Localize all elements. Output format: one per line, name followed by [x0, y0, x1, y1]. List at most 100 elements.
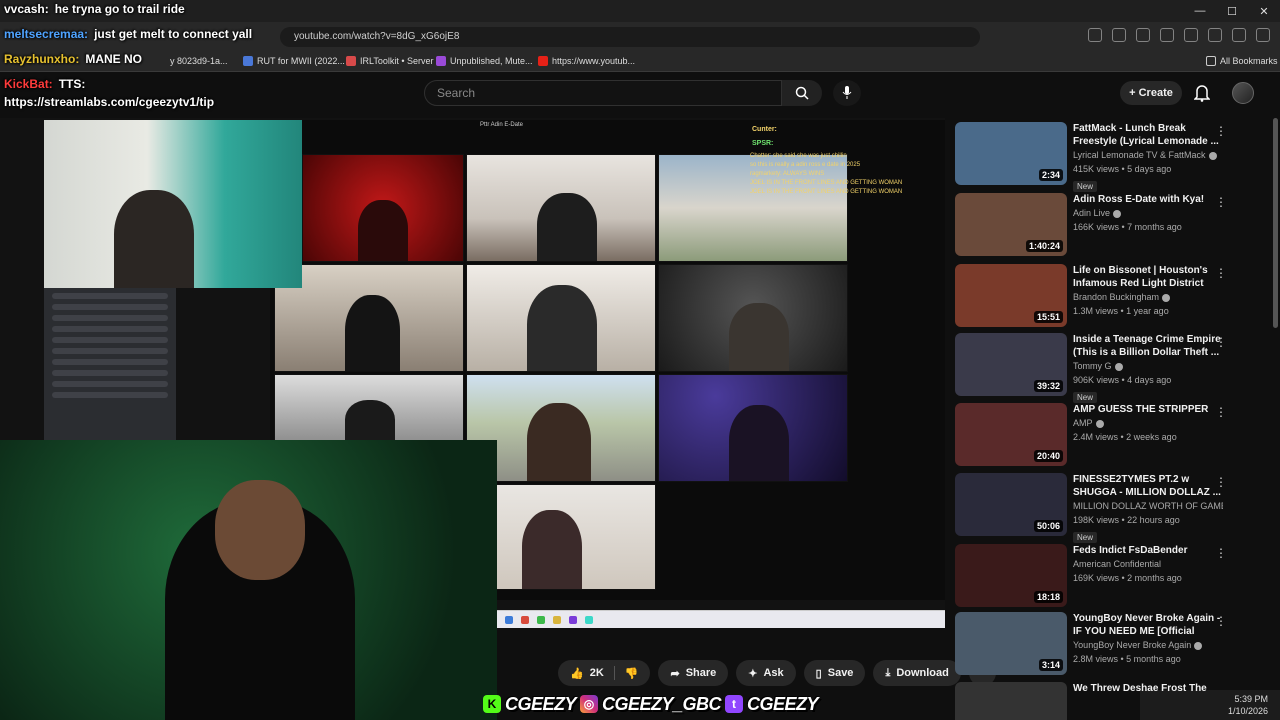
video-thumbnail[interactable]: 3:14: [955, 612, 1067, 675]
spsr-label: SPSR:: [752, 140, 774, 147]
microphone-icon: [842, 86, 852, 99]
channel-name[interactable]: Tommy G: [1073, 359, 1223, 373]
chat-message: vvcash: he tryna go to trail ride: [4, 2, 185, 16]
video-menu-icon[interactable]: ⋮: [1215, 335, 1227, 349]
share-icon: ➦: [670, 667, 680, 680]
channel-name[interactable]: Adin Live: [1073, 206, 1223, 220]
video-thumbnail[interactable]: 1:40:24: [955, 193, 1067, 256]
video-meta: Life on Bissonet | Houston's Infamous Re…: [1073, 264, 1223, 318]
chat-line: Chatter: she said she was just chillin: [750, 153, 847, 159]
bookmark-rut[interactable]: RUT for MWII (2022...: [243, 56, 345, 66]
shield-icon[interactable]: [1232, 28, 1246, 42]
video-menu-icon[interactable]: ⋮: [1215, 405, 1227, 419]
video-menu-icon[interactable]: ⋮: [1215, 266, 1227, 280]
bookmark-youtube[interactable]: https://www.youtub...: [538, 56, 635, 66]
recommended-video[interactable]: 3:14 YoungBoy Never Broke Again - IF YOU…: [955, 610, 1273, 675]
recommended-video[interactable]: 18:18 Feds Indict FsDaBender American Co…: [955, 542, 1273, 607]
ai-icon[interactable]: [1208, 28, 1222, 42]
menu-icon[interactable]: [1256, 28, 1270, 42]
channel-name[interactable]: Brandon Buckingham: [1073, 290, 1223, 304]
recommended-video[interactable]: 39:32 Inside a Teenage Crime Empire (Thi…: [955, 331, 1273, 403]
chat-line: JOEL IS IN THE FRONT LINES AND GETTING W…: [750, 189, 903, 195]
video-meta: FattMack - Lunch Break Freestyle (Lyrica…: [1073, 122, 1223, 194]
share-button[interactable]: ➦ Share: [658, 660, 729, 686]
video-thumbnail[interactable]: [955, 682, 1067, 720]
recommended-video[interactable]: 2:34 FattMack - Lunch Break Freestyle (L…: [955, 120, 1273, 192]
video-tile: [658, 264, 848, 372]
video-menu-icon[interactable]: ⋮: [1215, 475, 1227, 489]
like-button[interactable]: 👍 2K 👎: [558, 660, 651, 686]
download-button[interactable]: ⤓ Download: [873, 660, 961, 686]
close-button[interactable]: ✕: [1248, 0, 1280, 22]
channel-name[interactable]: AMP: [1073, 416, 1223, 430]
channel-name[interactable]: Lyrical Lemonade TV & FattMack: [1073, 148, 1223, 162]
video-menu-icon[interactable]: ⋮: [1215, 124, 1227, 138]
search-icon: [795, 86, 809, 100]
video-thumbnail[interactable]: 20:40: [955, 403, 1067, 466]
sidebar-icon[interactable]: [1160, 28, 1174, 42]
video-meta: Adin Ross E-Date with Kya! Adin Live 166…: [1073, 193, 1223, 234]
extension-icon[interactable]: [1088, 28, 1102, 42]
chat-line: JOEL IS IN THE FRONT LINES AND GETTING W…: [750, 180, 903, 186]
sidebar-scrollbar[interactable]: [1273, 118, 1278, 328]
channel-name[interactable]: American Confidential: [1073, 557, 1223, 571]
reading-list-icon[interactable]: [1112, 28, 1126, 42]
voice-search-button[interactable]: [833, 80, 861, 106]
video-menu-icon[interactable]: ⋮: [1215, 546, 1227, 560]
video-thumbnail[interactable]: 15:51: [955, 264, 1067, 327]
create-button[interactable]: + Create: [1120, 81, 1182, 105]
bookmark-favicon-icon: [436, 56, 446, 66]
game-taskbar: [497, 610, 945, 628]
person-silhouette: [345, 400, 395, 441]
recommended-video[interactable]: We Threw Deshae Frost The: [955, 680, 1273, 720]
maximize-button[interactable]: ☐: [1216, 0, 1248, 22]
wallet-icon[interactable]: [1184, 28, 1198, 42]
minimize-button[interactable]: —: [1184, 0, 1216, 22]
thumbs-down-icon[interactable]: 👎: [625, 667, 639, 680]
notifications-bell-icon[interactable]: [1194, 84, 1210, 102]
recommended-video[interactable]: 15:51 Life on Bissonet | Houston's Infam…: [955, 262, 1273, 327]
counter-label: Cunter:: [752, 126, 777, 133]
video-menu-icon[interactable]: ⋮: [1215, 614, 1227, 628]
account-avatar[interactable]: [1232, 82, 1254, 104]
video-tile: [274, 374, 464, 442]
discord-row: [52, 337, 168, 343]
person-silhouette: [114, 190, 194, 288]
search-button[interactable]: [782, 80, 822, 106]
download-icon: ⤓: [885, 666, 891, 679]
video-thumbnail[interactable]: 18:18: [955, 544, 1067, 607]
save-button[interactable]: ▯ Save: [803, 660, 866, 686]
bookmark-unpublished[interactable]: Unpublished, Mute...: [436, 56, 533, 66]
bookmark-irltoolkit[interactable]: IRLToolkit • Server: [346, 56, 434, 66]
video-tile: [658, 374, 848, 482]
recommended-video[interactable]: 50:06 FINESSE2TYMES PT.2 w SHUGGA - MILL…: [955, 471, 1273, 543]
video-tile: [274, 264, 464, 372]
verified-icon: [1208, 151, 1217, 160]
music-icon[interactable]: [1136, 28, 1150, 42]
stream-chat-overlay: Chatter: she said she was just chillin s…: [750, 152, 940, 252]
recommended-video[interactable]: 1:40:24 Adin Ross E-Date with Kya! Adin …: [955, 191, 1273, 256]
discord-row: [52, 293, 168, 299]
all-bookmarks[interactable]: All Bookmarks: [1206, 56, 1278, 66]
browser-titlebar: — ☐ ✕: [0, 0, 1280, 22]
search-input[interactable]: Search: [424, 80, 782, 106]
bookmark-partial[interactable]: y 8023d9-1a...: [170, 56, 228, 66]
channel-name[interactable]: YoungBoy Never Broke Again: [1073, 638, 1223, 652]
thumbs-up-icon: 👍: [570, 667, 584, 680]
channel-name[interactable]: MILLION DOLLAZ WORTH OF GAME: [1073, 499, 1223, 513]
url-field[interactable]: youtube.com/watch?v=8dG_xG6ojE8: [280, 27, 980, 47]
discord-row: [52, 304, 168, 310]
video-thumbnail[interactable]: 2:34: [955, 122, 1067, 185]
video-tile: [466, 264, 656, 372]
video-thumbnail[interactable]: 50:06: [955, 473, 1067, 536]
app-icon: [569, 616, 577, 624]
kick-icon: K: [483, 695, 501, 713]
bookmark-favicon-icon: [243, 56, 253, 66]
video-menu-icon[interactable]: ⋮: [1215, 195, 1227, 209]
ask-button[interactable]: ✦ Ask: [736, 660, 796, 686]
chat-line: so this is really a adin ross e date in …: [750, 162, 861, 168]
recommended-video[interactable]: 20:40 AMP GUESS THE STRIPPER AMP 2.4M vi…: [955, 401, 1273, 466]
instagram-icon: ◎: [580, 695, 599, 713]
person-silhouette: [527, 285, 597, 371]
video-thumbnail[interactable]: 39:32: [955, 333, 1067, 396]
